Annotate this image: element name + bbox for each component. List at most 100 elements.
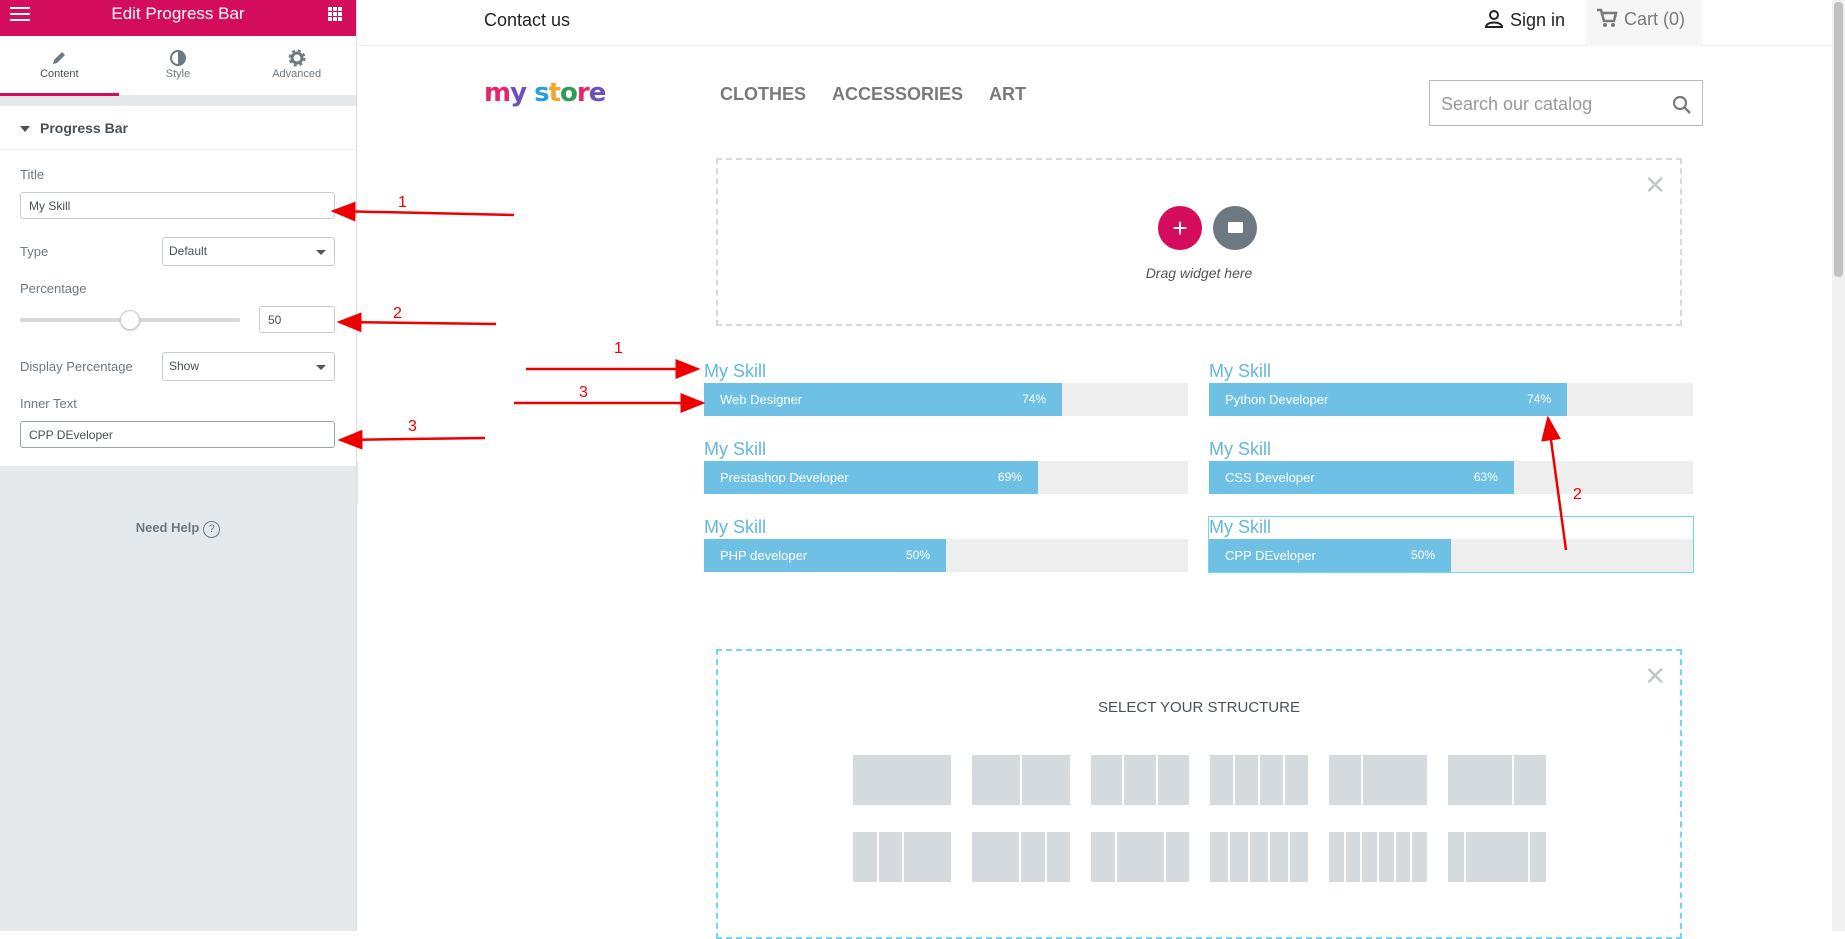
progress-track: Python Developer 74% <box>1209 383 1693 416</box>
cart-icon <box>1597 8 1618 27</box>
chevron-down-icon <box>316 365 326 370</box>
structure-preset-1col[interactable] <box>853 755 951 805</box>
progress-track: PHP developer 50% <box>704 539 1188 572</box>
contact-us-link[interactable]: Contact us <box>484 10 570 31</box>
progress-track: CPP DEveloper 50% <box>1209 539 1693 572</box>
cart-label: Cart (0) <box>1624 9 1686 29</box>
structure-preset-6col[interactable] <box>1329 832 1428 882</box>
percent-text: 50% <box>1410 548 1435 562</box>
percent-text: 69% <box>997 470 1022 484</box>
title-label: Title <box>20 167 45 182</box>
type-value: Default <box>169 244 208 258</box>
nav-art[interactable]: ART <box>989 84 1026 105</box>
close-icon[interactable]: ✕ <box>1644 661 1666 692</box>
main-nav: CLOTHES ACCESSORIES ART <box>720 84 1026 105</box>
search-placeholder: Search our catalog <box>1441 94 1593 114</box>
add-widget-button[interactable]: + <box>1158 206 1202 250</box>
type-label: Type <box>20 244 49 259</box>
caret-down-icon <box>20 126 30 133</box>
structure-title: SELECT YOUR STRUCTURE <box>1098 699 1300 716</box>
widget-dropzone[interactable]: ✕ + Drag widget here <box>716 158 1682 326</box>
structure-preset-3col[interactable] <box>1091 755 1189 805</box>
progress-fill: Python Developer 74% <box>1209 383 1568 416</box>
display-percentage-select[interactable]: Show <box>162 352 335 381</box>
skill-title: My Skill <box>704 361 766 381</box>
search-input[interactable]: Search our catalog <box>1429 80 1703 126</box>
percentage-input[interactable] <box>259 306 335 333</box>
progress-bar-widget[interactable]: My Skill PHP developer 50% <box>704 517 1188 572</box>
inner-text: Web Designer <box>720 392 803 407</box>
percentage-label: Percentage <box>20 281 87 296</box>
progress-bar-widget[interactable]: My Skill CSS Developer 63% <box>1209 439 1693 494</box>
nav-accessories[interactable]: ACCESSORIES <box>832 84 963 105</box>
template-library-button[interactable] <box>1213 206 1257 250</box>
inner-text-input[interactable] <box>20 421 335 448</box>
need-help-label: Need Help <box>135 520 200 535</box>
site-preview: Contact us Sign in Cart (0) my store CLO… <box>358 0 1845 939</box>
skill-title: My Skill <box>1209 361 1271 381</box>
structure-preset-5col[interactable] <box>1210 832 1308 882</box>
progress-bar-widget-selected[interactable]: My Skill CPP DEveloper 50% <box>1208 516 1694 573</box>
sign-in-label: Sign in <box>1510 10 1566 30</box>
title-input[interactable] <box>20 192 335 219</box>
top-bar: Contact us Sign in Cart (0) <box>358 0 1845 46</box>
apps-grid-icon[interactable] <box>328 7 342 21</box>
search-icon[interactable] <box>1672 95 1692 115</box>
structure-preset-1-2[interactable] <box>1329 755 1427 805</box>
progress-fill: Web Designer 74% <box>704 383 1063 416</box>
percent-text: 50% <box>905 548 930 562</box>
tab-advanced[interactable]: Advanced <box>237 36 356 95</box>
type-select[interactable]: Default <box>162 237 335 266</box>
section-progress-bar[interactable]: Progress Bar <box>0 106 356 150</box>
tab-style-label: Style <box>165 68 191 80</box>
progress-bar-widget[interactable]: My Skill Prestashop Developer 69% <box>704 439 1188 494</box>
skill-title: My Skill <box>1209 439 1271 459</box>
nav-clothes[interactable]: CLOTHES <box>720 84 806 105</box>
tab-advanced-label: Advanced <box>272 68 322 80</box>
progress-bar-widget[interactable]: My Skill Python Developer 74% <box>1209 361 1693 416</box>
inner-text: Python Developer <box>1225 392 1329 407</box>
gear-icon <box>288 49 306 67</box>
structure-preset-2col[interactable] <box>972 755 1070 805</box>
progress-track: Web Designer 74% <box>704 383 1188 416</box>
structure-preset-1-2-1[interactable] <box>1091 832 1189 882</box>
structure-preset-1-4-1[interactable] <box>1448 832 1547 882</box>
structure-preset-2-1-1[interactable] <box>972 832 1070 882</box>
chevron-down-icon <box>316 250 326 255</box>
inner-text-label: Inner Text <box>20 396 77 411</box>
skill-title: My Skill <box>704 439 766 459</box>
close-icon[interactable]: ✕ <box>1644 170 1666 201</box>
inner-text: PHP developer <box>720 548 808 563</box>
editor-panel: Edit Progress Bar Content Style Advanced… <box>0 0 357 931</box>
display-percentage-value: Show <box>169 359 200 373</box>
percentage-slider-handle[interactable] <box>120 310 140 330</box>
structure-preset-1-1-2[interactable] <box>853 832 951 882</box>
section-title: Progress Bar <box>40 120 128 136</box>
percent-text: 74% <box>1022 392 1047 406</box>
structure-preset-2-1[interactable] <box>1448 755 1546 805</box>
panel-title: Edit Progress Bar <box>111 4 245 23</box>
sign-in-link[interactable]: Sign in <box>1484 9 1565 31</box>
progress-fill: CPP DEveloper 50% <box>1209 539 1451 572</box>
progress-track: Prestashop Developer 69% <box>704 461 1188 494</box>
question-icon: ? <box>203 521 221 538</box>
progress-bar-widget[interactable]: My Skill Web Designer 74% <box>704 361 1188 416</box>
structure-preset-4col[interactable] <box>1210 755 1308 805</box>
page-scrollbar[interactable] <box>1832 0 1845 931</box>
skill-title: My Skill <box>704 517 766 537</box>
progress-track: CSS Developer 63% <box>1209 461 1693 494</box>
cart-button[interactable]: Cart (0) <box>1586 0 1702 46</box>
progress-fill: PHP developer 50% <box>704 539 946 572</box>
tab-style[interactable]: Style <box>119 36 238 95</box>
need-help-link[interactable]: Need Help? <box>0 520 356 538</box>
skill-title: My Skill <box>1209 517 1271 537</box>
inner-text: CPP DEveloper <box>1225 548 1316 563</box>
tab-content[interactable]: Content <box>0 36 119 96</box>
percent-text: 63% <box>1473 470 1498 484</box>
scrollbar-thumb[interactable] <box>1834 2 1843 277</box>
panel-tabs: Content Style Advanced <box>0 36 356 96</box>
inner-text: CSS Developer <box>1225 470 1315 485</box>
contrast-icon <box>170 50 186 66</box>
tab-content-label: Content <box>40 68 79 80</box>
store-logo[interactable]: my store <box>484 78 606 108</box>
